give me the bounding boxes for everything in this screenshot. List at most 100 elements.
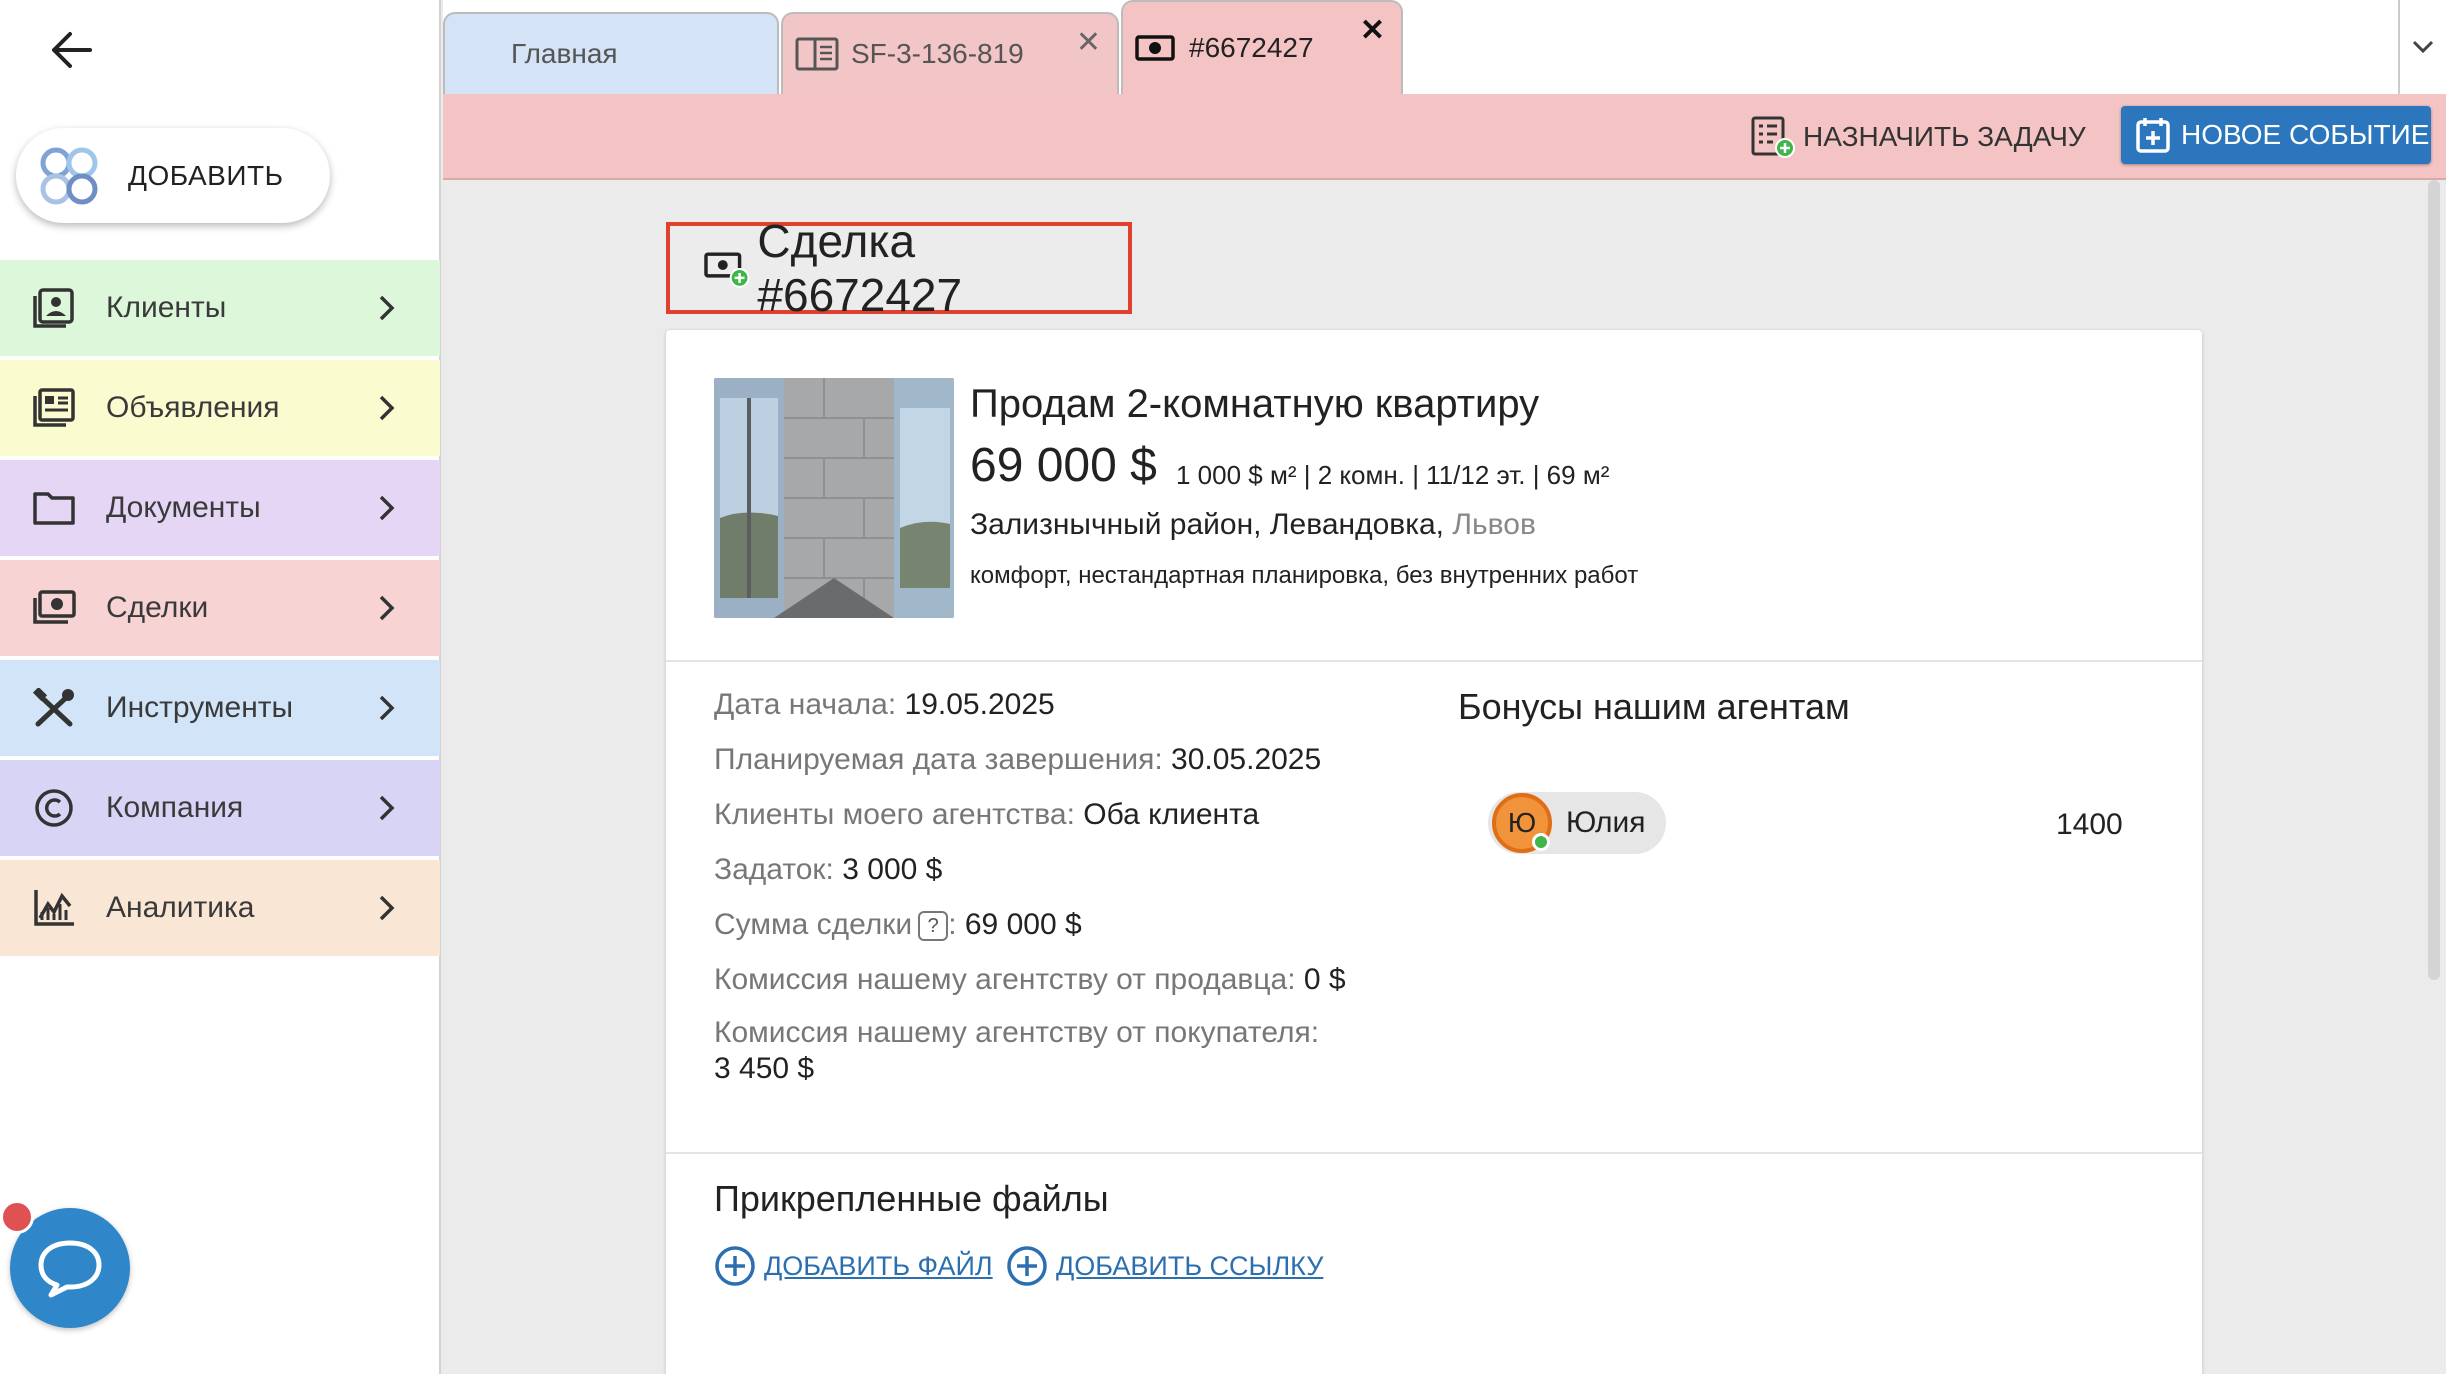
chevron-right-icon bbox=[379, 495, 395, 521]
assign-task-label: НАЗНАЧИТЬ ЗАДАЧУ bbox=[1803, 121, 2086, 152]
listing-location: Зализнычный район, Левандовка, Львов bbox=[970, 508, 1536, 542]
sidebar-item-company[interactable]: Компания bbox=[0, 760, 440, 856]
tab-home[interactable]: Главная bbox=[443, 12, 779, 94]
sidebar-item-label: Объявления bbox=[106, 391, 280, 424]
chevron-right-icon bbox=[379, 695, 395, 721]
listing-photo[interactable] bbox=[714, 378, 954, 618]
field-label: Планируемая дата завершения: bbox=[714, 743, 1163, 776]
sidebar-item-label: Сделки bbox=[106, 591, 209, 624]
field-label: Комиссия нашему агентству от покупателя: bbox=[714, 1016, 1320, 1049]
listing-price: 69 000 $ bbox=[970, 439, 1157, 492]
field-seller-commission: Комиссия нашему агентству от продавца: 0… bbox=[714, 963, 1346, 997]
plus-circle-icon bbox=[715, 1246, 755, 1286]
chart-icon bbox=[34, 890, 74, 926]
listing-district: Зализнычный район, Левандовка, bbox=[970, 508, 1453, 541]
sidebar-item-label: Компания bbox=[106, 791, 244, 824]
agent-name: Юлия bbox=[1566, 806, 1646, 839]
add-file-button[interactable]: ДОБАВИТЬ ФАЙЛ bbox=[714, 1244, 993, 1288]
deal-card: Продам 2-комнатную квартиру 69 000 $ 1 0… bbox=[666, 330, 2202, 1374]
avatar: Ю bbox=[1492, 793, 1552, 853]
listing-title[interactable]: Продам 2-комнатную квартиру bbox=[970, 382, 1539, 427]
arrow-left-icon bbox=[52, 32, 92, 68]
sidebar-item-tools[interactable]: Инструменты bbox=[0, 660, 440, 756]
page-title: Сделка #6672427 bbox=[757, 215, 963, 321]
help-icon[interactable]: ? bbox=[918, 911, 949, 942]
sidebar-item-label: Инструменты bbox=[106, 691, 294, 724]
notification-dot bbox=[0, 1200, 34, 1234]
tab-label: Главная bbox=[511, 38, 618, 69]
add-button-label: ДОБАВИТЬ bbox=[128, 159, 284, 191]
add-link-label: ДОБАВИТЬ ССЫЛКУ bbox=[1056, 1250, 1324, 1281]
cash-icon bbox=[1135, 35, 1175, 61]
attached-files-title: Прикрепленные файлы bbox=[714, 1178, 1109, 1219]
field-start-date: Дата начала: 19.05.2025 bbox=[714, 688, 1055, 722]
close-icon[interactable]: ✕ bbox=[1360, 16, 1385, 46]
field-planned-end-date: Планируемая дата завершения: 30.05.2025 bbox=[714, 743, 1321, 777]
avatar-initial: Ю bbox=[1507, 807, 1537, 838]
copyright-icon bbox=[35, 789, 73, 827]
sidebar-item-listings[interactable]: Объявления bbox=[0, 360, 440, 456]
chevron-right-icon bbox=[379, 595, 395, 621]
add-link-button[interactable]: ДОБАВИТЬ ССЫЛКУ bbox=[1006, 1244, 1323, 1288]
field-deal-sum: Сумма сделки?: 69 000 $ bbox=[714, 908, 1082, 942]
agent-chip[interactable]: Ю Юлия bbox=[1488, 792, 1666, 854]
folder-icon bbox=[33, 492, 75, 525]
sidebar-menu: Клиенты Объявления Документы Сделки Инст… bbox=[0, 260, 440, 960]
sidebar-item-label: Документы bbox=[106, 491, 261, 524]
field-label: Сумма сделки bbox=[714, 908, 913, 941]
field-value: 0 $ bbox=[1303, 963, 1346, 996]
scrollbar[interactable] bbox=[2428, 180, 2440, 980]
close-icon[interactable]: ✕ bbox=[1076, 28, 1101, 58]
bonuses-title: Бонусы нашим агентам bbox=[1458, 686, 1850, 727]
field-label-colon: : bbox=[948, 908, 957, 941]
page-title-box: Сделка #6672427 bbox=[666, 215, 1132, 321]
tools-icon bbox=[32, 688, 74, 727]
tab-label: #6672427 bbox=[1189, 32, 1314, 63]
sidebar: ДОБАВИТЬ Клиенты Объявления Документы Сд… bbox=[0, 0, 441, 1374]
tab-sf-3-136-819[interactable]: SF-3-136-819 ✕ bbox=[781, 12, 1119, 94]
listing-description: комфорт, нестандартная планировка, без в… bbox=[970, 562, 1639, 589]
agent-bonus-amount: 1400 bbox=[2056, 808, 2123, 841]
online-status-dot bbox=[1532, 833, 1550, 851]
cash-add-icon bbox=[704, 252, 750, 288]
listings-icon bbox=[33, 388, 75, 427]
listing-specs: 1 000 $ м² | 2 комн. | 11/12 эт. | 69 м² bbox=[1176, 460, 1610, 490]
new-event-button[interactable]: НОВОЕ СОБЫТИЕ bbox=[2121, 106, 2431, 164]
sidebar-item-label: Аналитика bbox=[106, 891, 255, 924]
chat-bubble-icon bbox=[38, 1240, 102, 1298]
field-deposit: Задаток: 3 000 $ bbox=[714, 853, 942, 887]
add-file-label: ДОБАВИТЬ ФАЙЛ bbox=[764, 1250, 993, 1281]
field-buyer-commission: Комиссия нашему агентству от покупателя:… bbox=[714, 1016, 1319, 1086]
sidebar-item-analytics[interactable]: Аналитика bbox=[0, 860, 440, 956]
contacts-icon bbox=[33, 288, 74, 328]
back-button[interactable] bbox=[44, 22, 100, 78]
toolbar: НАЗНАЧИТЬ ЗАДАЧУ НОВОЕ СОБЫТИЕ bbox=[443, 94, 2446, 180]
chevron-right-icon bbox=[379, 895, 395, 921]
chevron-down-icon bbox=[2412, 40, 2434, 54]
field-value: 19.05.2025 bbox=[904, 688, 1055, 721]
cash-icon bbox=[33, 590, 76, 624]
sidebar-item-documents[interactable]: Документы bbox=[0, 460, 440, 556]
assign-task-button[interactable]: НАЗНАЧИТЬ ЗАДАЧУ bbox=[1749, 108, 2086, 166]
sidebar-item-deals[interactable]: Сделки bbox=[0, 560, 440, 656]
divider bbox=[666, 660, 2202, 662]
field-value: 3 450 $ bbox=[714, 1052, 815, 1085]
chevron-right-icon bbox=[379, 395, 395, 421]
field-value: 3 000 $ bbox=[842, 853, 943, 886]
tab-deal-6672427[interactable]: #6672427 ✕ bbox=[1121, 0, 1403, 94]
chevron-right-icon bbox=[379, 795, 395, 821]
tabs-dropdown-button[interactable] bbox=[2398, 0, 2446, 94]
book-icon bbox=[795, 37, 839, 71]
field-value: Оба клиента bbox=[1083, 798, 1260, 831]
field-label: Клиенты моего агентства: bbox=[714, 798, 1075, 831]
add-button[interactable]: ДОБАВИТЬ bbox=[16, 128, 330, 223]
chevron-right-icon bbox=[379, 295, 395, 321]
field-value: 69 000 $ bbox=[964, 908, 1082, 941]
task-add-icon bbox=[1751, 116, 1795, 158]
sidebar-item-clients[interactable]: Клиенты bbox=[0, 260, 440, 356]
sidebar-item-label: Клиенты bbox=[106, 291, 227, 324]
field-agency-clients: Клиенты моего агентства: Оба клиента bbox=[714, 798, 1259, 832]
calendar-add-icon bbox=[2136, 118, 2170, 153]
tab-label: SF-3-136-819 bbox=[851, 38, 1024, 69]
listing-city: Львов bbox=[1452, 508, 1536, 541]
